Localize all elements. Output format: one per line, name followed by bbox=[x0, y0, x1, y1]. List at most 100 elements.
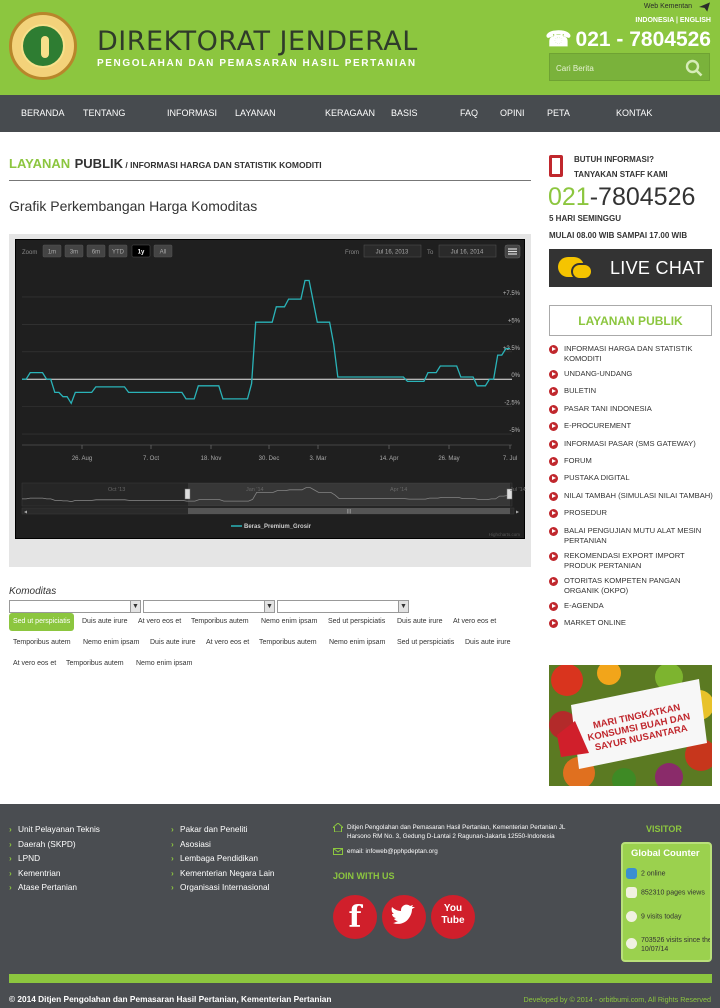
zoom-button-label[interactable]: 1m bbox=[48, 250, 56, 256]
footer-link[interactable]: Lembaga Pendidikan bbox=[171, 851, 275, 866]
layanan-item[interactable]: PROSEDUR bbox=[549, 508, 714, 519]
layanan-item[interactable]: BALAI PENGUJIAN MUTU ALAT MESIN PERTANIA… bbox=[549, 526, 714, 546]
komoditas-tag[interactable]: At vero eos et bbox=[9, 655, 60, 673]
layanan-item[interactable]: MARKET ONLINE bbox=[549, 618, 714, 628]
web-kementan-link[interactable]: Web Kementan bbox=[644, 3, 692, 10]
layanan-item[interactable]: FORUM bbox=[549, 456, 714, 466]
send-icon bbox=[699, 2, 710, 12]
twitter-icon[interactable]: t bbox=[382, 895, 426, 939]
breadcrumb-section-2[interactable]: PUBLIK bbox=[75, 156, 123, 171]
layanan-item[interactable]: REKOMENDASI EXPORT IMPORT PRODUK PERTANI… bbox=[549, 551, 714, 571]
breadcrumb-section[interactable]: LAYANAN bbox=[9, 156, 70, 171]
footer-email-text[interactable]: email: infoweb@pphpdeptan.org bbox=[347, 848, 438, 855]
komoditas-tag[interactable]: Nemo enim ipsam bbox=[79, 634, 143, 652]
promo-banner[interactable]: MARI TINGKATKAN KONSUMSI BUAH DAN SAYUR … bbox=[549, 665, 712, 786]
footer-link[interactable]: Kementrian bbox=[9, 866, 100, 881]
footer-link[interactable]: Asosiasi bbox=[171, 837, 275, 852]
navigator-selection[interactable] bbox=[188, 483, 510, 506]
komoditas-tag[interactable]: Temporibus autem bbox=[187, 613, 253, 631]
layanan-item[interactable]: E-PROCUREMENT bbox=[549, 421, 714, 432]
layanan-item[interactable]: UNDANG-UNDANG bbox=[549, 369, 714, 379]
from-date-value[interactable]: Jul 16, 2013 bbox=[376, 250, 409, 256]
layanan-item[interactable]: INFORMASI HARGA DAN STATISTIK KOMODITI bbox=[549, 344, 714, 364]
zoom-button-label[interactable]: 1y bbox=[138, 250, 145, 256]
to-date-value[interactable]: Jul 16, 2014 bbox=[451, 250, 484, 256]
komoditas-select-3[interactable]: ▼ bbox=[277, 600, 409, 613]
site-subtitle: PENGOLAHAN DAN PEMASARAN HASIL PERTANIAN bbox=[97, 58, 417, 69]
footer-address-text: Ditjen Pengolahan dan Pemasaran Hasil Pe… bbox=[347, 824, 566, 840]
scroll-right-icon[interactable]: ▸ bbox=[516, 510, 519, 516]
komoditas-tag[interactable]: Sed ut perspiciatis bbox=[9, 613, 75, 631]
live-chat-button[interactable]: LIVE CHAT bbox=[549, 249, 712, 287]
nav-item[interactable]: OPINI bbox=[500, 95, 525, 132]
scroll-left-icon[interactable]: ◂ bbox=[24, 510, 27, 516]
komoditas-label: Komoditas bbox=[9, 586, 57, 597]
language-switcher[interactable]: INDONESIA | ENGLISH bbox=[635, 17, 711, 24]
arrow-bullet-icon bbox=[549, 422, 558, 432]
help-line-2: TANYAKAN STAFF KAMI bbox=[574, 170, 668, 179]
komoditas-tag[interactable]: Temporibus autem bbox=[9, 634, 75, 652]
counter-today: 9 visits today bbox=[626, 911, 681, 922]
komoditas-tag[interactable]: Duis aute irure bbox=[146, 634, 200, 652]
layanan-item[interactable]: PASAR TANI INDONESIA bbox=[549, 404, 714, 414]
komoditas-tag[interactable]: At vero eos et bbox=[202, 634, 253, 652]
x-tick-label: 14. Apr bbox=[379, 456, 398, 462]
home-icon bbox=[333, 823, 343, 832]
komoditas-tag[interactable]: Nemo enim ipsam bbox=[132, 655, 196, 673]
komoditas-tag[interactable]: Temporibus autem bbox=[62, 655, 128, 673]
nav-item[interactable]: INFORMASI bbox=[167, 95, 217, 132]
chevron-down-icon: ▼ bbox=[398, 601, 408, 612]
arrow-bullet-icon bbox=[549, 601, 558, 611]
x-tick-label: 3. Mar bbox=[309, 456, 326, 462]
zoom-button-label[interactable]: 3m bbox=[70, 250, 78, 256]
search-icon[interactable] bbox=[685, 59, 703, 77]
zoom-button-label[interactable]: All bbox=[160, 250, 167, 256]
footer-link[interactable]: Daerah (SKPD) bbox=[9, 837, 100, 852]
x-tick-label: 26. Aug bbox=[72, 456, 92, 462]
help-line-1: BUTUH INFORMASI? bbox=[574, 155, 654, 164]
main-nav: BERANDA TENTANG PPHP INFORMASI LAYANAN PUBL… bbox=[0, 95, 720, 155]
visitor-label: VISITOR bbox=[646, 824, 682, 834]
search-input[interactable] bbox=[556, 60, 680, 76]
kementan-logo[interactable] bbox=[9, 12, 77, 80]
footer-link[interactable]: LPND bbox=[9, 851, 100, 866]
nav-item[interactable]: BERANDA bbox=[21, 95, 65, 132]
komoditas-tag[interactable]: Temporibus autem bbox=[255, 634, 321, 652]
zoom-button-label[interactable]: YTD bbox=[112, 250, 125, 256]
komoditas-select-1[interactable]: ▼ bbox=[9, 600, 141, 613]
layanan-item[interactable]: NILAI TAMBAH (SIMULASI NILAI TAMBAH) bbox=[549, 491, 714, 501]
footer-link[interactable]: Organisasi Internasional bbox=[171, 880, 275, 895]
footer-link[interactable]: Unit Pelayanan Teknis bbox=[9, 822, 100, 837]
komoditas-tag[interactable]: At vero eos et bbox=[134, 613, 185, 631]
komoditas-tag[interactable]: At vero eos et bbox=[449, 613, 500, 631]
nav-item[interactable]: KERAGAAN bbox=[325, 95, 375, 132]
youtube-icon[interactable]: You Tube bbox=[431, 895, 475, 939]
footer-link[interactable]: Atase Pertanian bbox=[9, 880, 100, 895]
komoditas-tag[interactable]: Nemo enim ipsam bbox=[325, 634, 389, 652]
layanan-item[interactable]: OTORITAS KOMPETEN PANGAN ORGANIK (OKPO) bbox=[549, 576, 714, 596]
nav-item[interactable]: FAQ bbox=[460, 95, 478, 132]
x-tick-label: 18. Nov bbox=[201, 456, 222, 462]
legend-item[interactable]: Beras_Premium_Grosir bbox=[244, 524, 312, 530]
layanan-item[interactable]: INFORMASI PASAR (SMS GATEWAY) bbox=[549, 439, 714, 449]
arrow-bullet-icon bbox=[549, 387, 558, 397]
zoom-button-label[interactable]: 6m bbox=[92, 250, 100, 256]
komoditas-tag[interactable]: Sed ut perspiciatis bbox=[393, 634, 458, 652]
footer-link[interactable]: Kementerian Negara Lain bbox=[171, 866, 275, 881]
komoditas-tag[interactable]: Nemo enim ipsam bbox=[257, 613, 321, 631]
chart-credit[interactable]: Highcharts.com bbox=[489, 532, 521, 537]
navigator-handle-left[interactable] bbox=[184, 488, 191, 500]
komoditas-tag[interactable]: Sed ut perspiciatis bbox=[324, 613, 389, 631]
komoditas-tag[interactable]: Duis aute irure bbox=[393, 613, 447, 631]
layanan-item[interactable]: BULETIN bbox=[549, 386, 714, 397]
layanan-item[interactable]: PUSTAKA DIGITAL bbox=[549, 473, 714, 484]
komoditas-tag[interactable]: Duis aute irure bbox=[461, 634, 515, 652]
komoditas-select-2[interactable]: ▼ bbox=[143, 600, 275, 613]
footer-developer[interactable]: Developed by © 2014 - orbitbumi.com, All… bbox=[524, 995, 711, 1004]
scrollbar-grip-icon[interactable]: III bbox=[346, 510, 351, 516]
navigator-label: Jan '14 bbox=[246, 487, 264, 493]
facebook-icon[interactable]: f bbox=[333, 895, 377, 939]
footer-link[interactable]: Pakar dan Peneliti bbox=[171, 822, 275, 837]
layanan-item[interactable]: E-AGENDA bbox=[549, 601, 714, 611]
komoditas-tag[interactable]: Duis aute irure bbox=[78, 613, 132, 631]
